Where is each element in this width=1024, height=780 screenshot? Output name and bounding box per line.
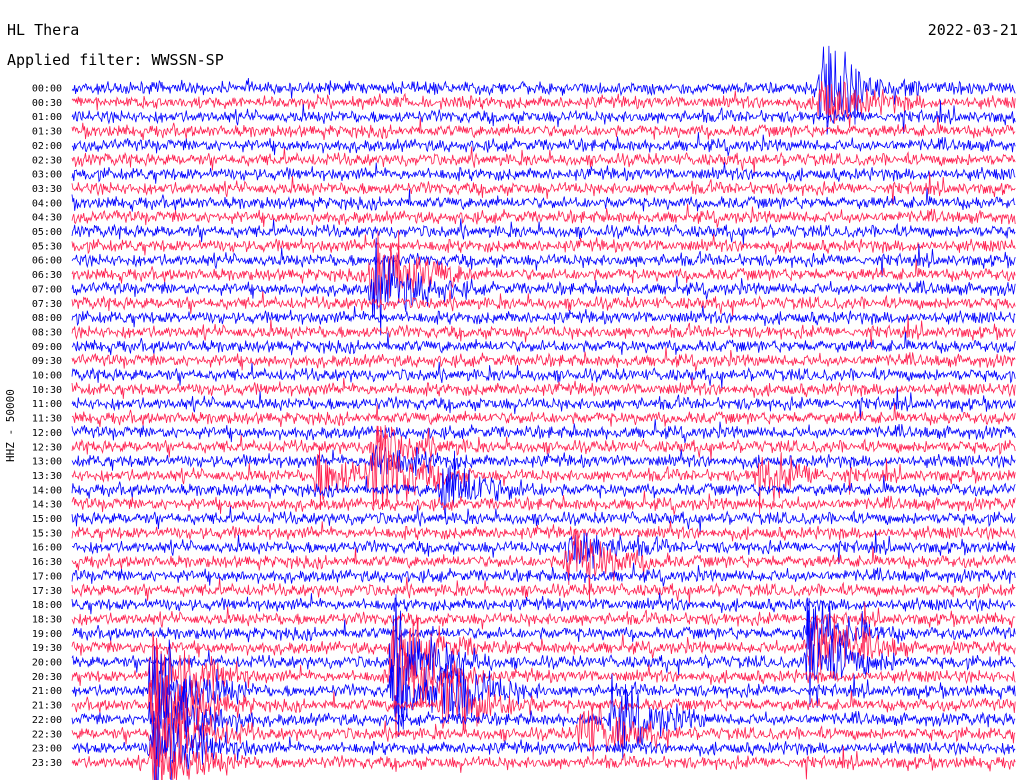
trace-line	[71, 331, 1016, 356]
row-label: 10:00	[32, 371, 62, 382]
trace-line	[71, 188, 1016, 212]
trace-line	[71, 132, 1016, 156]
trace-line	[71, 715, 1016, 780]
row-label: 16:00	[32, 543, 62, 554]
row-label: 18:00	[32, 600, 62, 611]
trace-line	[71, 234, 1016, 256]
trace-line	[71, 146, 1016, 173]
row-label: 19:30	[32, 643, 62, 654]
row-label: 12:00	[32, 428, 62, 439]
row-label: 08:00	[32, 313, 62, 324]
row-label: 09:00	[32, 342, 62, 353]
trace-line	[71, 577, 1016, 604]
row-label: 03:00	[32, 170, 62, 181]
row-label: 19:00	[32, 629, 62, 640]
row-label: 22:00	[32, 715, 62, 726]
seismogram-plot: 00:00 00:30 01:00 01:30 02:00 02:30 03:00 03:30…	[32, 45, 1016, 780]
row-label: 04:00	[32, 198, 62, 209]
row-label: 02:30	[32, 155, 62, 166]
trace-line	[71, 290, 1016, 317]
row-label: 11:30	[32, 414, 62, 425]
row-label: 07:00	[32, 284, 62, 295]
row-label: 09:30	[32, 356, 62, 367]
row-label: 01:00	[32, 112, 62, 123]
trace-line	[71, 562, 1016, 587]
row-label: 07:30	[32, 299, 62, 310]
row-label: 20:00	[32, 658, 62, 669]
row-label: 08:30	[32, 327, 62, 338]
row-label: 21:30	[32, 701, 62, 712]
row-label: 05:00	[32, 227, 62, 238]
row-label: 02:00	[32, 141, 62, 152]
row-label: 13:00	[32, 457, 62, 468]
trace-line	[71, 521, 1016, 543]
trace-line	[71, 592, 1016, 615]
trace-line	[71, 45, 1016, 135]
row-label: 05:30	[32, 241, 62, 252]
trace-line	[71, 377, 1016, 399]
row-label: 04:30	[32, 213, 62, 224]
row-label: 23:30	[32, 758, 62, 769]
trace-group	[71, 45, 1016, 780]
trace-line	[71, 505, 1016, 532]
row-label: 06:00	[32, 256, 62, 267]
trace-line	[71, 305, 1016, 328]
row-label: 12:30	[32, 442, 62, 453]
row-label: 21:00	[32, 686, 62, 697]
row-label: 17:00	[32, 571, 62, 582]
trace-line	[71, 403, 1016, 428]
trace-line	[71, 419, 1016, 443]
row-labels: 00:00 00:30 01:00 01:30 02:00 02:30 03:00 03:30…	[32, 84, 62, 769]
row-label: 00:30	[32, 98, 62, 109]
row-label: 15:00	[32, 514, 62, 525]
row-label: 01:30	[32, 127, 62, 138]
trace-line	[71, 347, 1016, 372]
row-label: 03:30	[32, 184, 62, 195]
row-label: 20:30	[32, 672, 62, 683]
row-label: 22:30	[32, 729, 62, 740]
trace-line	[71, 528, 1016, 602]
row-label: 13:30	[32, 471, 62, 482]
row-label: 14:30	[32, 500, 62, 511]
row-label: 23:00	[32, 744, 62, 755]
trace-line	[71, 203, 1016, 228]
trace-line	[71, 218, 1016, 245]
row-label: 18:30	[32, 614, 62, 625]
row-label: 00:00	[32, 84, 62, 95]
row-label: 11:00	[32, 399, 62, 410]
row-label: 16:30	[32, 557, 62, 568]
trace-line	[71, 116, 1016, 141]
row-label: 06:30	[32, 270, 62, 281]
row-label: 14:00	[32, 485, 62, 496]
row-label: 10:30	[32, 385, 62, 396]
trace-line	[71, 715, 1016, 780]
row-label: 15:30	[32, 528, 62, 539]
row-label: 17:30	[32, 586, 62, 597]
trace-line	[71, 230, 1016, 303]
